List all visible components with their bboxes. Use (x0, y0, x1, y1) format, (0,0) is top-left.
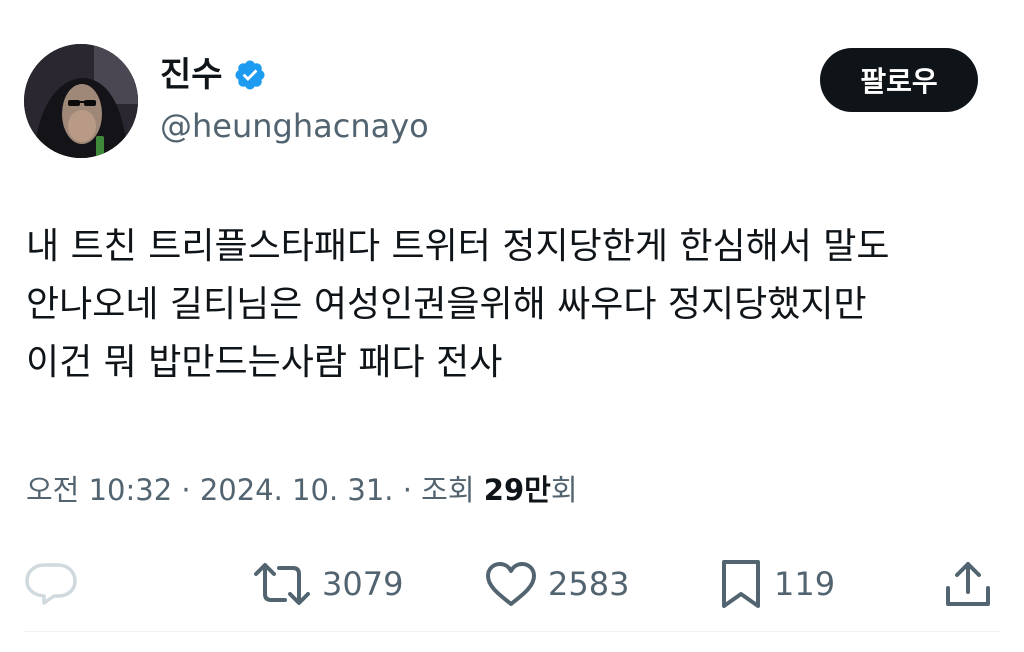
bookmark-count: 119 (774, 565, 836, 603)
verified-badge-icon (233, 58, 267, 92)
divider (24, 631, 1000, 632)
views-label-suffix: 회 (550, 473, 578, 507)
follow-button[interactable]: 팔로우 (820, 48, 978, 112)
avatar-image (24, 44, 138, 158)
bookmark-icon (718, 558, 764, 610)
tweet-text: 내 트친 트리플스타패다 트위터 정지당한게 한심해서 말도 안나오네 길티님은… (26, 226, 890, 383)
author-handle[interactable]: @heunghacnayo (160, 106, 429, 146)
tweet-date[interactable]: 2024. 10. 31. (200, 473, 394, 507)
meta-separator: · (402, 473, 412, 507)
share-button[interactable] (942, 556, 994, 612)
reply-icon (24, 562, 78, 606)
like-count: 2583 (548, 565, 630, 603)
avatar[interactable] (24, 44, 138, 158)
tweet-header: 진수 @heunghacnayo 팔로우 (24, 44, 984, 160)
like-button[interactable]: 2583 (484, 556, 629, 612)
meta-separator: · (181, 473, 191, 507)
display-name[interactable]: 진수 (160, 54, 223, 96)
tweet-meta: 오전 10:32 · 2024. 10. 31. · 조회 29만회 (26, 470, 578, 510)
heart-icon (484, 561, 538, 607)
display-name-row: 진수 (160, 54, 429, 96)
tweet-actions: 3079 2583 119 (24, 556, 1000, 612)
reply-button[interactable] (24, 556, 78, 612)
retweet-count: 3079 (322, 565, 404, 603)
views-count: 29만 (483, 473, 551, 507)
retweet-icon (252, 561, 312, 607)
author-info: 진수 @heunghacnayo (160, 54, 429, 146)
bookmark-button[interactable]: 119 (718, 556, 835, 612)
retweet-button[interactable]: 3079 (252, 556, 403, 612)
share-icon (942, 558, 994, 610)
tweet-time[interactable]: 오전 10:32 (26, 473, 172, 507)
views-label-prefix: 조회 (421, 473, 475, 507)
